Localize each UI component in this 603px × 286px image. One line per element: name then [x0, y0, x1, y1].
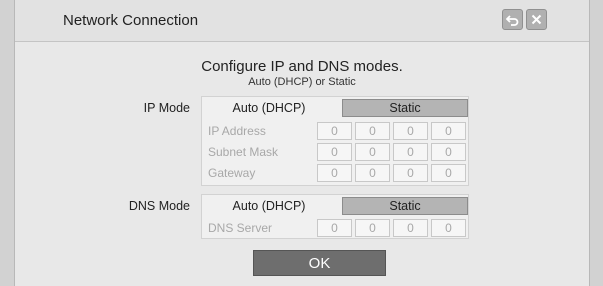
gateway-row: Gateway 0 0 0 0: [202, 163, 468, 183]
close-icon: [531, 14, 542, 25]
subnet-mask-octet-4[interactable]: 0: [431, 143, 466, 161]
dns-server-label: DNS Server: [208, 221, 273, 235]
instruction-heading: Configure IP and DNS modes.: [201, 58, 403, 75]
dns-server-octet-4[interactable]: 0: [431, 219, 466, 237]
ip-mode-static-option[interactable]: Static: [342, 99, 468, 117]
subnet-mask-octet-1[interactable]: 0: [317, 143, 352, 161]
ip-mode-selector: Auto (DHCP) Static: [202, 97, 468, 119]
dns-mode-auto-option[interactable]: Auto (DHCP): [204, 197, 334, 215]
ip-address-label: IP Address: [208, 124, 266, 138]
ip-mode-panel: Auto (DHCP) Static IP Address 0 0 0 0 Su…: [201, 96, 469, 186]
dns-mode-selector: Auto (DHCP) Static: [202, 195, 468, 217]
dns-server-octet-2[interactable]: 0: [355, 219, 390, 237]
back-button[interactable]: [502, 9, 523, 30]
ip-address-row: IP Address 0 0 0 0: [202, 121, 468, 141]
dns-mode-label: DNS Mode: [128, 199, 190, 213]
back-arrow-icon: [506, 14, 519, 26]
title-bar: Network Connection: [15, 0, 589, 42]
dns-mode-static-option[interactable]: Static: [342, 197, 468, 215]
subnet-mask-octet-2[interactable]: 0: [355, 143, 390, 161]
background-left: [0, 0, 14, 286]
dns-server-octet-3[interactable]: 0: [393, 219, 428, 237]
close-button[interactable]: [526, 9, 547, 30]
ip-address-octet-4[interactable]: 0: [431, 122, 466, 140]
dns-mode-panel: Auto (DHCP) Static DNS Server 0 0 0 0: [201, 194, 469, 239]
background-right: [589, 0, 603, 286]
subnet-mask-label: Subnet Mask: [208, 145, 279, 159]
ok-button[interactable]: OK: [253, 250, 386, 276]
ip-address-octet-3[interactable]: 0: [393, 122, 428, 140]
gateway-octet-2[interactable]: 0: [355, 164, 390, 182]
gateway-label: Gateway: [208, 166, 256, 180]
ip-address-octet-2[interactable]: 0: [355, 122, 390, 140]
network-connection-dialog: Network Connection Configure IP and DNS …: [14, 0, 590, 286]
dns-server-octet-1[interactable]: 0: [317, 219, 352, 237]
gateway-octet-1[interactable]: 0: [317, 164, 352, 182]
instruction-subheading: Auto (DHCP) or Static: [248, 76, 356, 88]
gateway-octet-4[interactable]: 0: [431, 164, 466, 182]
ip-mode-label: IP Mode: [143, 101, 190, 115]
dialog-title: Network Connection: [63, 12, 199, 29]
subnet-mask-row: Subnet Mask 0 0 0 0: [202, 142, 468, 162]
ip-mode-auto-option[interactable]: Auto (DHCP): [204, 99, 334, 117]
gateway-octet-3[interactable]: 0: [393, 164, 428, 182]
dns-server-row: DNS Server 0 0 0 0: [202, 218, 468, 238]
subnet-mask-octet-3[interactable]: 0: [393, 143, 428, 161]
ip-address-octet-1[interactable]: 0: [317, 122, 352, 140]
